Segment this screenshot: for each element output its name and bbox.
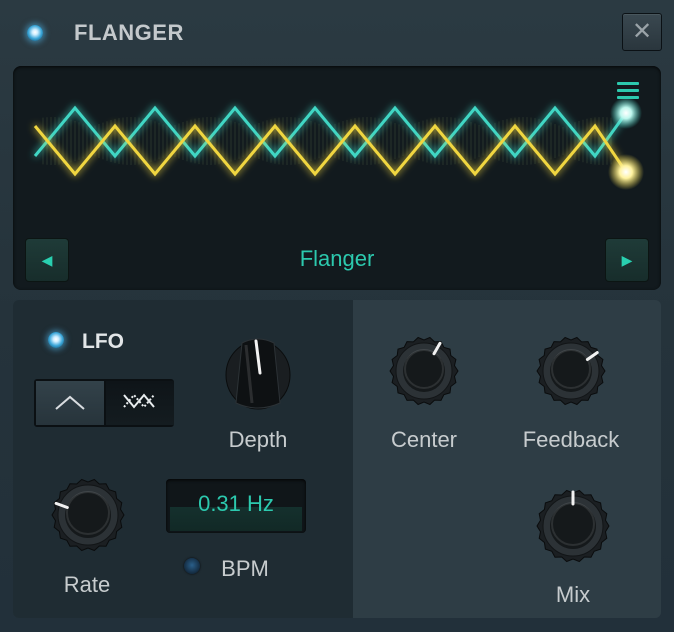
power-led-icon[interactable] bbox=[27, 25, 43, 41]
triangle-wave-icon bbox=[55, 395, 85, 410]
center-label: Center bbox=[390, 427, 458, 452]
flanger-panel: FLANGER ✕ ◀ Flanger ▶ LFO Depth Center F… bbox=[0, 0, 674, 632]
lfo-shape-selector bbox=[34, 379, 174, 427]
bpm-label: BPM bbox=[221, 556, 269, 581]
bpm-led-icon[interactable] bbox=[184, 558, 200, 574]
mix-label: Mix bbox=[555, 582, 591, 607]
lfo-led-icon[interactable] bbox=[48, 332, 64, 348]
yellow-marker-icon bbox=[608, 154, 644, 190]
mix-knob[interactable] bbox=[533, 486, 613, 566]
rate-label: Rate bbox=[63, 572, 111, 597]
close-icon: ✕ bbox=[631, 18, 653, 45]
waveform-display: ◀ Flanger ▶ bbox=[13, 66, 661, 290]
depth-label: Depth bbox=[228, 427, 288, 452]
plugin-title: FLANGER bbox=[74, 20, 184, 45]
triangle-shape-button[interactable] bbox=[36, 381, 104, 425]
lfo-label: LFO bbox=[82, 330, 124, 353]
rate-readout[interactable]: 0.31 Hz bbox=[166, 479, 306, 533]
next-preset-button[interactable]: ▶ bbox=[605, 238, 649, 282]
depth-knob[interactable] bbox=[222, 333, 294, 415]
ramp-wave-icon bbox=[123, 393, 155, 409]
center-knob[interactable] bbox=[386, 333, 462, 413]
rate-value: 0.31 Hz bbox=[198, 491, 274, 516]
feedback-label: Feedback bbox=[522, 427, 620, 452]
feedback-knob[interactable] bbox=[533, 333, 609, 413]
ramp-shape-button[interactable] bbox=[106, 381, 174, 425]
lfo-section bbox=[13, 300, 353, 618]
rate-knob[interactable] bbox=[48, 475, 128, 555]
close-button[interactable]: ✕ bbox=[622, 13, 662, 51]
preset-name: Flanger bbox=[299, 246, 375, 271]
menu-icon[interactable] bbox=[617, 82, 639, 103]
arrow-right-icon: ▶ bbox=[621, 252, 633, 268]
